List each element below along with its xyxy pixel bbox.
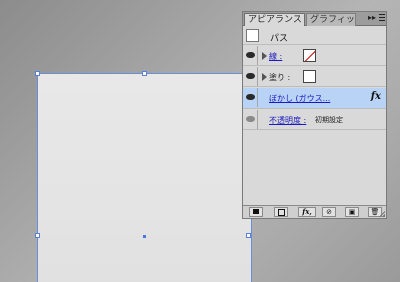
- target-type-label: パス: [270, 34, 289, 44]
- appearance-target-row: パス: [243, 27, 386, 45]
- panel-resize-grip-icon[interactable]: [379, 211, 385, 217]
- eye-icon: [246, 116, 255, 122]
- tab-appearance[interactable]: アピアランス: [244, 13, 305, 26]
- visibility-toggle[interactable]: [243, 67, 258, 86]
- eye-icon: [246, 73, 255, 79]
- fill-row[interactable]: 塗り :: [243, 67, 386, 87]
- fill-label[interactable]: 塗り :: [269, 72, 290, 83]
- stroke-row[interactable]: 線 :: [243, 46, 386, 66]
- stroke-label[interactable]: 線 :: [269, 51, 282, 62]
- opacity-row[interactable]: 不透明度 : 初期設定: [243, 110, 386, 130]
- tab-overflow-arrows-icon[interactable]: ▸▸: [368, 13, 376, 22]
- panel-menu-icon[interactable]: [379, 14, 385, 23]
- gaussian-blur-effect-link[interactable]: ぼかし (ガウス...: [269, 93, 330, 104]
- effect-row[interactable]: ぼかし (ガウス... fx: [243, 88, 386, 109]
- visibility-toggle[interactable]: [243, 88, 258, 107]
- fill-swatch[interactable]: [303, 70, 316, 83]
- visibility-toggle[interactable]: [243, 46, 258, 65]
- expand-triangle-icon[interactable]: [262, 52, 267, 60]
- eye-icon: [246, 94, 255, 100]
- add-new-fill-button[interactable]: [274, 207, 288, 217]
- panel-tab-bar: アピアランス グラフィック ▸▸: [243, 12, 386, 26]
- selection-handle-middle-right[interactable]: [246, 233, 251, 238]
- opacity-value: 初期設定: [315, 116, 343, 124]
- add-new-stroke-button[interactable]: [249, 207, 263, 217]
- selection-center-point: [143, 235, 146, 238]
- opacity-label[interactable]: 不透明度 :: [269, 115, 306, 126]
- panel-bottom-toolbar: fx, ⊘ ▣ 🗑: [243, 205, 386, 218]
- selection-handle-middle-left[interactable]: [35, 233, 40, 238]
- add-new-effect-button[interactable]: fx,: [298, 207, 316, 217]
- stroke-swatch-none[interactable]: [303, 49, 316, 62]
- object-thumbnail: [246, 29, 259, 42]
- eye-icon: [246, 52, 255, 58]
- expand-triangle-icon[interactable]: [262, 73, 267, 81]
- selection-handle-top-center[interactable]: [142, 71, 147, 76]
- selection-handle-top-left[interactable]: [35, 71, 40, 76]
- appearance-panel: アピアランス グラフィック ▸▸ パス 線 : 塗り : ぼかし (ガウス...…: [242, 11, 387, 219]
- selected-path-object[interactable]: [37, 73, 252, 282]
- visibility-toggle[interactable]: [243, 110, 258, 129]
- clear-appearance-button[interactable]: ⊘: [322, 207, 336, 217]
- fx-icon: fx: [370, 91, 381, 102]
- tab-graphic-styles[interactable]: グラフィック: [306, 13, 356, 26]
- duplicate-item-button[interactable]: ▣: [345, 207, 359, 217]
